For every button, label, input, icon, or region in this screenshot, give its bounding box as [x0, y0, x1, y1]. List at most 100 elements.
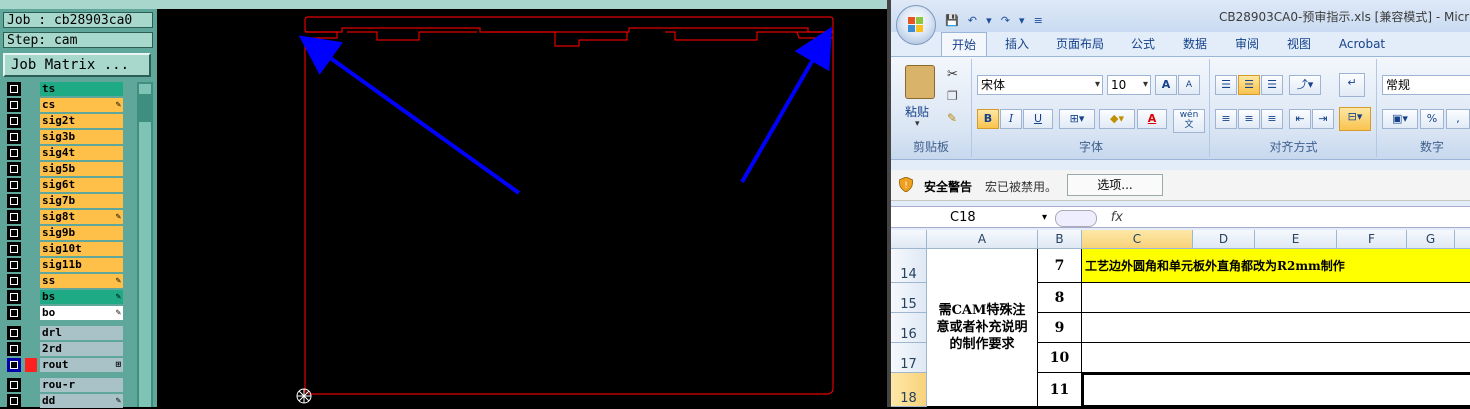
tab-insert[interactable]: 插入: [995, 32, 1039, 56]
increase-indent-button[interactable]: ⇥: [1312, 109, 1334, 129]
col-header-g[interactable]: G: [1407, 230, 1455, 249]
layer-name[interactable]: cs ✎: [40, 98, 123, 112]
save-icon[interactable]: 💾: [945, 14, 959, 27]
layer-checkbox[interactable]: [7, 178, 21, 192]
col-header-h[interactable]: [1455, 230, 1470, 249]
layer-checkbox[interactable]: [7, 162, 21, 176]
align-top-button[interactable]: ☰: [1215, 75, 1237, 95]
format-painter-icon[interactable]: ✎: [947, 111, 957, 125]
layer-name[interactable]: sig2t: [40, 114, 123, 128]
layer-checkbox[interactable]: [7, 274, 21, 288]
name-box[interactable]: C18: [895, 208, 1051, 227]
row-header-18[interactable]: 18: [891, 373, 927, 407]
layer-name[interactable]: sig8t ✎: [40, 210, 123, 224]
font-name-select[interactable]: 宋体: [977, 75, 1103, 95]
layer-checkbox[interactable]: [7, 378, 21, 392]
cell-c16[interactable]: [1082, 313, 1470, 343]
phonetic-button[interactable]: wén 文: [1173, 109, 1205, 133]
scroll-up-arrow[interactable]: [139, 84, 151, 94]
layer-name[interactable]: dd ✎: [40, 394, 123, 408]
layer-name[interactable]: rou-r: [40, 378, 123, 392]
customize-qat-icon[interactable]: ≡: [1034, 14, 1043, 27]
layer-checkbox[interactable]: [7, 258, 21, 272]
paste-icon[interactable]: [905, 65, 935, 99]
insert-function-button[interactable]: fx: [1055, 208, 1129, 227]
layer-checkbox[interactable]: [7, 194, 21, 208]
percent-button[interactable]: %: [1420, 109, 1444, 129]
layer-row-ss[interactable]: ss ✎: [5, 274, 125, 289]
layer-checkbox[interactable]: [7, 146, 21, 160]
col-header-d[interactable]: D: [1193, 230, 1255, 249]
tab-review[interactable]: 审阅: [1225, 32, 1269, 56]
options-button[interactable]: 选项...: [1067, 174, 1163, 196]
layer-name[interactable]: drl: [40, 326, 123, 340]
row-header-17[interactable]: 17: [891, 343, 927, 373]
layer-affected-indicator[interactable]: [25, 358, 37, 372]
col-header-a[interactable]: A: [927, 230, 1038, 249]
layer-name[interactable]: sig10t: [40, 242, 123, 256]
layer-name[interactable]: ts: [40, 82, 123, 96]
col-header-f[interactable]: F: [1337, 230, 1407, 249]
layer-row-sig8t[interactable]: sig8t ✎: [5, 210, 125, 225]
tab-home[interactable]: 开始: [941, 32, 987, 56]
layer-name[interactable]: sig11b: [40, 258, 123, 272]
layer-row-sig10t[interactable]: sig10t: [5, 242, 125, 257]
tab-data[interactable]: 数据: [1173, 32, 1217, 56]
layer-row-sig7b[interactable]: sig7b: [5, 194, 125, 209]
tab-formulas[interactable]: 公式: [1121, 32, 1165, 56]
undo-dropdown-icon[interactable]: ▾: [986, 14, 992, 27]
layer-row-sig9b[interactable]: sig9b: [5, 226, 125, 241]
layer-checkbox[interactable]: [7, 326, 21, 340]
cell-b16[interactable]: 9: [1038, 313, 1082, 343]
layer-name[interactable]: sig6t: [40, 178, 123, 192]
layer-row-sig3b[interactable]: sig3b: [5, 130, 125, 145]
layer-row-2rd[interactable]: 2rd: [5, 342, 125, 357]
grow-font-button[interactable]: A: [1155, 75, 1177, 95]
align-center-button[interactable]: ≡: [1238, 109, 1260, 129]
cell-b17[interactable]: 10: [1038, 343, 1082, 373]
comma-button[interactable]: ,: [1446, 109, 1470, 129]
redo-dropdown-icon[interactable]: ▾: [1019, 14, 1025, 27]
layer-row-drl[interactable]: drl: [5, 326, 125, 341]
tab-acrobat[interactable]: Acrobat: [1329, 32, 1395, 56]
select-all-corner[interactable]: [891, 230, 927, 249]
layer-name[interactable]: sig5b: [40, 162, 123, 176]
fill-color-button[interactable]: ◆▾: [1099, 109, 1135, 129]
align-bottom-button[interactable]: ☰: [1261, 75, 1283, 95]
layer-name[interactable]: rout ⊞: [40, 358, 123, 372]
tab-view[interactable]: 视图: [1277, 32, 1321, 56]
underline-button[interactable]: U: [1023, 109, 1053, 129]
wrap-text-button[interactable]: ↵: [1339, 73, 1365, 97]
cell-c17[interactable]: [1082, 343, 1470, 373]
row-header-14[interactable]: 14: [891, 249, 927, 283]
layer-name[interactable]: ss ✎: [40, 274, 123, 288]
paste-dropdown-icon[interactable]: ▾: [915, 119, 920, 129]
layer-row-ts[interactable]: ts: [5, 82, 125, 97]
layer-checkbox[interactable]: [7, 130, 21, 144]
scroll-thumb[interactable]: [139, 122, 151, 407]
layer-name[interactable]: sig3b: [40, 130, 123, 144]
office-button[interactable]: [896, 5, 936, 45]
paste-label[interactable]: 粘贴: [905, 103, 929, 120]
cell-b15[interactable]: 8: [1038, 283, 1082, 313]
cell-c15[interactable]: [1082, 283, 1470, 313]
layer-name[interactable]: 2rd: [40, 342, 123, 356]
copy-icon[interactable]: ❐: [947, 89, 958, 103]
borders-button[interactable]: ⊞▾: [1059, 109, 1095, 129]
layer-checkbox[interactable]: [7, 394, 21, 408]
layer-checkbox[interactable]: [7, 306, 21, 320]
cell-c14-highlight[interactable]: 工艺边外圆角和单元板外直角都改为R2mm制作: [1082, 249, 1470, 283]
row-header-15[interactable]: 15: [891, 283, 927, 313]
worksheet-grid[interactable]: A B C D E F G 14 15 16 17 18 需CAM特殊注意或者补…: [891, 230, 1470, 407]
layer-row-rout[interactable]: rout ⊞: [5, 358, 125, 373]
layer-name[interactable]: sig7b: [40, 194, 123, 208]
col-header-b[interactable]: B: [1038, 230, 1082, 249]
decrease-indent-button[interactable]: ⇤: [1289, 109, 1311, 129]
layer-name[interactable]: sig4t: [40, 146, 123, 160]
layer-checkbox[interactable]: [7, 82, 21, 96]
layer-row-bs[interactable]: bs ✎: [5, 290, 125, 305]
layer-name[interactable]: sig9b: [40, 226, 123, 240]
font-color-button[interactable]: A: [1137, 109, 1167, 129]
layer-checkbox[interactable]: [7, 210, 21, 224]
orientation-button[interactable]: ⤴▾: [1289, 75, 1321, 95]
